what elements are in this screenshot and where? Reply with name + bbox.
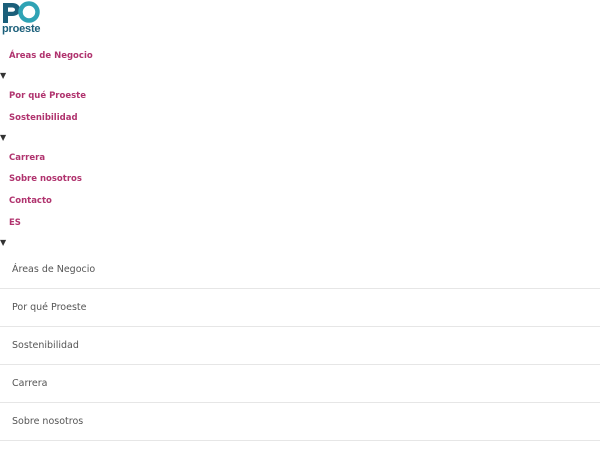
menu-item-label: Por qué Proeste: [12, 302, 87, 313]
menu-item-sostenibilidad[interactable]: Sostenibilidad: [0, 327, 600, 365]
menu-item-label: Sobre nosotros: [12, 416, 84, 427]
dropdown-menu-list: Áreas de Negocio Por qué Proeste Sosteni…: [0, 251, 600, 441]
menu-item-sobre-nosotros[interactable]: Sobre nosotros: [0, 403, 600, 441]
dropdown-caret-icon[interactable]: ▼: [0, 134, 6, 142]
dropdown-caret-icon[interactable]: ▼: [0, 72, 6, 80]
nav-link-por-que-proeste[interactable]: Por qué Proeste: [9, 91, 86, 101]
dropdown-caret-icon[interactable]: ▼: [0, 239, 6, 247]
nav-link-areas-de-negocio[interactable]: Áreas de Negocio: [9, 51, 93, 61]
nav-link-carrera[interactable]: Carrera: [9, 153, 45, 163]
logo-wordmark: proeste: [2, 23, 41, 35]
nav-link-sobre-nosotros[interactable]: Sobre nosotros: [9, 174, 82, 184]
page: proeste Áreas de Negocio ▼ Por qué Proes…: [0, 0, 600, 450]
menu-item-label: Carrera: [12, 378, 48, 389]
menu-item-por-que-proeste[interactable]: Por qué Proeste: [0, 289, 600, 327]
nav-link-sostenibilidad[interactable]: Sostenibilidad: [9, 113, 78, 123]
nav-link-language-es[interactable]: ES: [9, 218, 21, 228]
proeste-logo[interactable]: proeste: [1, 1, 41, 37]
menu-item-label: Áreas de Negocio: [12, 264, 96, 275]
proeste-logo-mark: [3, 1, 40, 23]
menu-item-areas-de-negocio[interactable]: Áreas de Negocio: [0, 251, 600, 289]
menu-item-label: Sostenibilidad: [12, 340, 79, 351]
nav-link-contacto[interactable]: Contacto: [9, 196, 52, 206]
menu-item-carrera[interactable]: Carrera: [0, 365, 600, 403]
